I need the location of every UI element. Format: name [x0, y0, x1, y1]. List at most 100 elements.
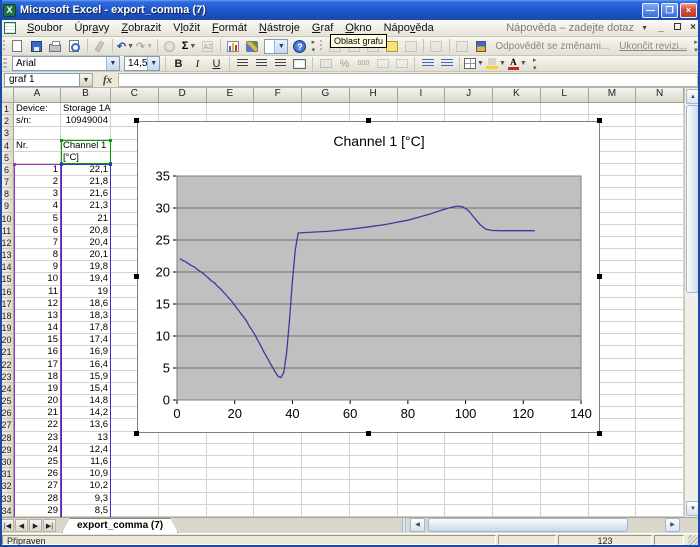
cell[interactable]: 19,4 [61, 273, 111, 285]
row-header-33[interactable]: 33 [0, 493, 14, 505]
cell[interactable]: 14 [14, 322, 61, 334]
row-header-17[interactable]: 17 [0, 298, 14, 310]
cell[interactable]: 20,8 [61, 225, 111, 237]
cell[interactable]: 9 [14, 261, 61, 273]
cell[interactable]: 10,2 [61, 480, 111, 492]
row-header-32[interactable]: 32 [0, 480, 14, 492]
cell[interactable]: 20,4 [61, 237, 111, 249]
cell[interactable] [207, 468, 255, 480]
row-header-10[interactable]: 10 [0, 213, 14, 225]
column-header-K[interactable]: K [493, 88, 541, 103]
thousands-icon[interactable]: 000 [354, 55, 373, 72]
cell[interactable]: 14,8 [61, 395, 111, 407]
cell[interactable] [302, 493, 350, 505]
cell[interactable] [445, 103, 493, 115]
cell[interactable]: 6 [14, 225, 61, 237]
cell[interactable] [159, 505, 207, 517]
cell[interactable] [493, 456, 541, 468]
cell[interactable] [636, 225, 684, 237]
cell[interactable] [636, 480, 684, 492]
cell[interactable] [493, 103, 541, 115]
cell[interactable] [207, 103, 255, 115]
cell[interactable] [636, 115, 684, 127]
horizontal-scroll-thumb[interactable] [428, 518, 628, 532]
cell[interactable] [254, 480, 302, 492]
cell[interactable] [302, 468, 350, 480]
column-header-L[interactable]: L [541, 88, 589, 103]
cell[interactable] [636, 395, 684, 407]
send-mail-icon[interactable] [452, 38, 471, 55]
last-sheet-icon[interactable]: ▶| [43, 519, 56, 532]
cell[interactable] [636, 346, 684, 358]
row-header-23[interactable]: 23 [0, 371, 14, 383]
cell[interactable]: 4 [14, 200, 61, 212]
cell[interactable] [111, 456, 159, 468]
cell[interactable] [636, 127, 684, 139]
autosum-icon[interactable]: Σ▼ [179, 38, 198, 55]
cell[interactable]: 20,1 [61, 249, 111, 261]
cell[interactable] [541, 468, 589, 480]
cell[interactable] [589, 505, 637, 517]
increase-indent-icon[interactable] [437, 55, 456, 72]
cell[interactable] [636, 286, 684, 298]
format-painter-icon[interactable] [90, 38, 109, 55]
cell[interactable] [350, 505, 398, 517]
cell[interactable]: 28 [14, 493, 61, 505]
cell[interactable] [445, 505, 493, 517]
name-box[interactable]: graf 1 [4, 73, 80, 87]
cell[interactable]: 24 [14, 444, 61, 456]
cell[interactable]: 11,6 [61, 456, 111, 468]
cell[interactable] [636, 456, 684, 468]
cell[interactable] [207, 493, 255, 505]
cell[interactable] [636, 322, 684, 334]
cell[interactable] [159, 444, 207, 456]
workbook-minimize-button[interactable]: _ [654, 22, 668, 35]
next-sheet-icon[interactable]: ▶ [29, 519, 42, 532]
cell[interactable] [254, 505, 302, 517]
increase-decimal-icon[interactable] [373, 55, 392, 72]
cell[interactable] [636, 493, 684, 505]
cell[interactable] [445, 456, 493, 468]
cell[interactable]: 15,4 [61, 383, 111, 395]
cell[interactable]: 19 [14, 383, 61, 395]
column-header-H[interactable]: H [350, 88, 398, 103]
row-header-4[interactable]: 4 [0, 140, 14, 152]
cell[interactable] [254, 103, 302, 115]
redo-icon[interactable]: ↷▼ [135, 38, 154, 55]
reply-with-changes-button[interactable]: Odpovědět se změnami... [490, 41, 614, 52]
cell[interactable]: 8 [14, 249, 61, 261]
cell[interactable]: 27 [14, 480, 61, 492]
cell[interactable] [350, 456, 398, 468]
column-header-F[interactable]: F [254, 88, 302, 103]
cell[interactable]: 15,9 [61, 371, 111, 383]
cell[interactable]: 13 [61, 432, 111, 444]
cell[interactable] [207, 480, 255, 492]
cell[interactable] [541, 103, 589, 115]
workbook-restore-button[interactable] [670, 22, 684, 35]
chart-handle[interactable] [597, 431, 602, 436]
cell[interactable]: 25 [14, 456, 61, 468]
row-header-21[interactable]: 21 [0, 346, 14, 358]
previous-sheet-icon[interactable]: ◀ [15, 519, 28, 532]
formula-input[interactable] [118, 73, 698, 87]
font-size-combo[interactable]: 14,5▼ [124, 56, 160, 71]
drawing-icon[interactable] [243, 38, 262, 55]
toolbar-options-icon[interactable]: ▸▾ [529, 55, 541, 72]
cell[interactable]: 10,9 [61, 468, 111, 480]
cell[interactable] [636, 261, 684, 273]
cell[interactable] [636, 371, 684, 383]
cell[interactable] [350, 493, 398, 505]
cell[interactable]: 19,8 [61, 261, 111, 273]
column-header-C[interactable]: C [111, 88, 159, 103]
reply-with-changes-icon[interactable] [471, 38, 490, 55]
cell[interactable]: 20 [14, 395, 61, 407]
cell[interactable] [398, 493, 446, 505]
restore-button[interactable]: ❐ [661, 3, 678, 18]
row-header-9[interactable]: 9 [0, 200, 14, 212]
align-right-icon[interactable] [271, 55, 290, 72]
cell[interactable]: 5 [14, 213, 61, 225]
cell[interactable] [636, 103, 684, 115]
row-header-12[interactable]: 12 [0, 237, 14, 249]
menu-vlozit[interactable]: Vložit [167, 20, 206, 36]
sheet-tab-active[interactable]: export_comma (7) [62, 518, 178, 533]
